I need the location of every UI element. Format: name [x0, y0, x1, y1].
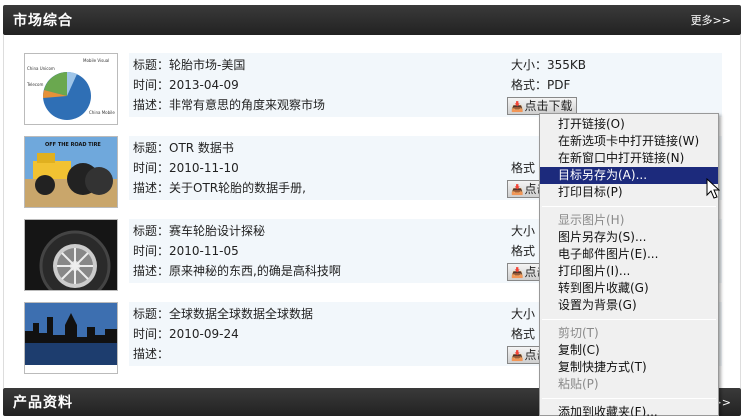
mouse-cursor-icon [706, 177, 721, 203]
tire-thumbnail[interactable] [24, 219, 118, 291]
skyline-thumbnail[interactable] [24, 302, 118, 374]
item-info: 标题：轮胎市场-美国 时间：2013-04-09 描述：非常有意思的角度来观察市… [129, 53, 722, 117]
download-label: 点击下载 [524, 99, 573, 113]
item-format: 格式 [511, 244, 536, 258]
item-title[interactable]: 标题：全球数据全球数据全球数据 [133, 304, 313, 324]
menu-separator [542, 319, 716, 320]
download-icon: 📥 [511, 185, 524, 196]
context-menu-item: 粘贴(P) [558, 377, 599, 391]
context-menu-item[interactable]: 图片另存为(S)... [540, 229, 718, 246]
download-icon: 📥 [511, 102, 524, 113]
download-button[interactable]: 📥点击 [507, 346, 543, 364]
download-icon: 📥 [511, 268, 524, 279]
item-title[interactable]: 标题：OTR 数据书 [133, 138, 234, 158]
item-format: 格式 [511, 161, 536, 175]
context-menu-item[interactable]: 在新选项卡中打开链接(W) [540, 133, 718, 150]
section-header-market: 市场综合 更多>> [3, 5, 741, 35]
download-button[interactable]: 📥点击 [507, 180, 543, 198]
menu-separator [542, 398, 716, 399]
item-desc: 描述： [133, 347, 170, 361]
item-title[interactable]: 标题：轮胎市场-美国 [133, 55, 245, 75]
pie-chart-thumbnail[interactable]: China Unicom Telecom Mobile Visual China… [24, 53, 118, 125]
item-format: 格式：PDF [511, 78, 571, 92]
context-menu-item[interactable]: 转到图片收藏(G) [540, 280, 718, 297]
context-menu-item[interactable]: 电子邮件图片(E)... [540, 246, 718, 263]
context-menu-item[interactable]: 设置为背景(G) [540, 297, 718, 314]
download-button[interactable]: 📥点击 [507, 263, 543, 281]
item-date: 时间：2010-11-10 [133, 161, 239, 175]
pie-label: Mobile Visual [83, 58, 109, 63]
more-link[interactable]: 更多>> [691, 12, 731, 28]
item-format: 格式 [511, 327, 536, 341]
context-menu-item[interactable]: 复制(C) [540, 342, 718, 359]
pie-label: China Mobile [89, 110, 115, 115]
context-menu-item[interactable]: 打印目标(P) [540, 184, 718, 201]
item-title[interactable]: 标题：赛车轮胎设计探秘 [133, 221, 265, 241]
context-menu-item[interactable]: 打印图片(I)... [540, 263, 718, 280]
otr-truck-thumbnail[interactable]: OFF THE ROAD TIRE [24, 136, 118, 208]
download-icon: 📥 [511, 351, 524, 362]
item-desc: 描述：原来神秘的东西,的确是高科技啊 [133, 264, 341, 278]
item-date: 时间：2010-09-24 [133, 327, 239, 341]
context-menu-item[interactable]: 添加到收藏夹(F)... [540, 404, 718, 416]
thumb-caption: OFF THE ROAD TIRE [45, 142, 101, 148]
context-menu-item[interactable]: 在新窗口中打开链接(N) [540, 150, 718, 167]
menu-separator [542, 206, 716, 207]
context-menu-item: 剪切(T) [558, 326, 599, 340]
section-title: 市场综合 [13, 13, 73, 29]
context-menu-item[interactable]: 打开链接(O) [540, 116, 718, 133]
item-desc: 描述：关于OTR轮胎的数据手册, [133, 181, 306, 195]
item-date: 时间：2010-11-05 [133, 244, 239, 258]
item-date: 时间：2013-04-09 [133, 78, 239, 92]
context-menu-item[interactable]: 复制快捷方式(T) [540, 359, 718, 376]
section-title: 产品资料 [13, 395, 73, 411]
item-desc: 描述：非常有意思的角度来观察市场 [133, 98, 326, 112]
context-menu-item[interactable]: 目标另存为(A)... [540, 167, 718, 184]
context-menu: 打开链接(O) 在新选项卡中打开链接(W) 在新窗口中打开链接(N) 目标另存为(A)… [539, 113, 719, 416]
pie-label: China Unicom [27, 66, 55, 71]
item-size: 大小 [511, 224, 536, 238]
context-menu-item: 显示图片(H) [558, 213, 625, 227]
item-size: 大小：355KB [511, 58, 587, 72]
pie-label: Telecom [26, 82, 43, 87]
item-size: 大小 [511, 307, 536, 321]
